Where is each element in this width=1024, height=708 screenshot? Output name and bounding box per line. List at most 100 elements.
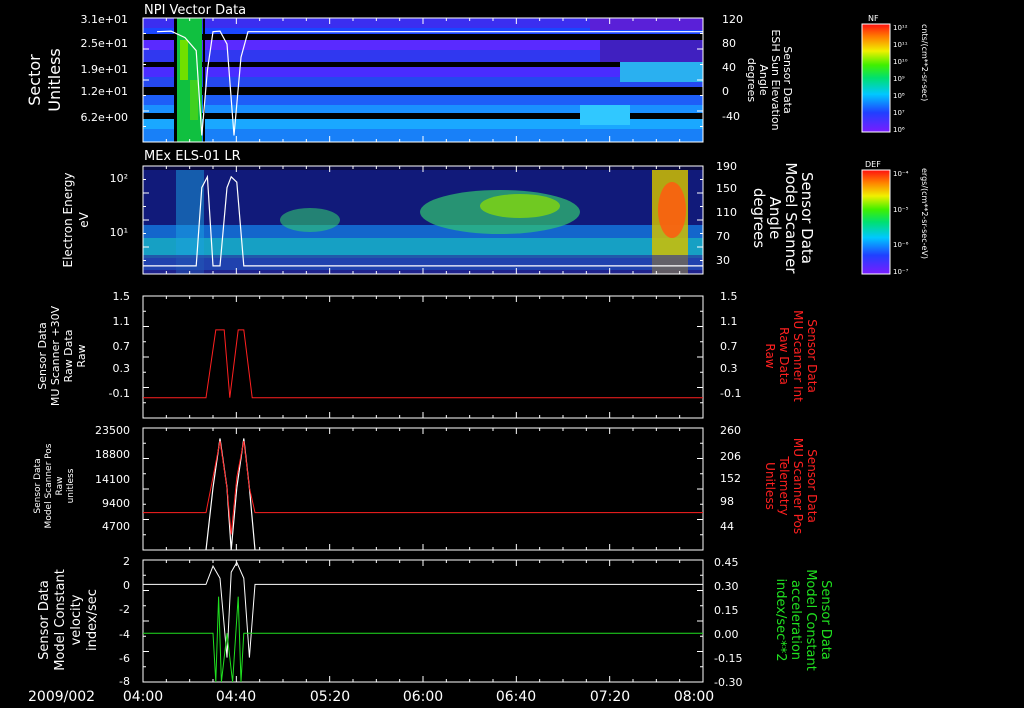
panel-5-right-ytick: -0.15 [714,652,742,665]
panel-1-ylabel-line-2: Unitless [45,48,64,112]
panel-4-right-ytick: 98 [720,495,734,508]
heatmap-patch [180,40,188,80]
panel-3-right-ytick: 0.7 [720,340,738,353]
colorbar-1-label: NF [868,14,879,23]
panel-3-right-ytick: 0.3 [720,362,738,375]
colorbar-1-tick: 10⁹ [893,75,905,83]
colorbar-2-unit: ergs/(cm**2-sr-sec-eV) [920,168,929,259]
panel-1-ylabel-line-1: Sector [25,54,44,106]
panel-4-right-ylabel-line-4: Unitless [763,462,777,510]
panel-1-ytick: 1.2e+01 [81,85,128,98]
panel-4-right-ylabel-line-2: MU Scanner Pos [791,438,805,534]
colorbar-2-tick: 10⁻⁵ [893,206,909,214]
panel-5-ylabel-line-4: index/sec [85,589,100,651]
panel-1-right-ytick: 80 [722,37,736,50]
colorbar-2-tick: 10⁻⁴ [893,170,909,178]
panel-4-ylabel-line-2: Model Scanner Pos [44,443,54,528]
panel-4-ylabel-line-1: Sensor Data [33,458,43,513]
panel-2-title: MEx ELS-01 LR [144,149,241,164]
heatmap-patch [580,105,630,125]
heatmap-band [143,67,703,77]
panel-4-ytick: 9400 [102,497,130,510]
panel-2-ytick: 10² [110,172,128,185]
panel-3-ylabel-line-2: MU Scanner +30V [49,305,62,406]
colorbar-2-tick: 10⁻⁷ [893,268,909,276]
panel-5-ytick: -6 [119,652,130,665]
panel-4-ytick: 23500 [95,424,130,437]
panel-4-ytick: 4700 [102,520,130,533]
panel-2-right-ytick: 30 [716,254,730,267]
time-axis-tick: 06:40 [496,689,536,705]
panel-3-ytick: 1.5 [113,290,131,303]
panel-3-ylabel-line-4: Raw [75,344,88,367]
panel-3-right-ytick: 1.1 [720,315,738,328]
panel-3-right-ytick: 1.5 [720,290,738,303]
panel-5-ytick: 0 [123,579,130,592]
panel-5-right-ytick: 0.45 [714,556,739,569]
panel-2-ylabel-line-1: Electron Energy [61,172,75,267]
heatmap-patch [190,80,198,120]
colorbar-1-tick: 10¹¹ [893,41,908,49]
heatmap-band [143,87,703,95]
colorbar-2-gradient [861,169,891,275]
panel-2-colorbar: DEF 10⁻⁴ 10⁻⁵ 10⁻⁶ 10⁻⁷ ergs/(cm**2-sr-s… [861,160,929,276]
panel-3-ytick: 0.3 [113,362,131,375]
time-axis-tick: 04:00 [123,689,163,705]
panel-3-ylabel-line-1: Sensor Data [36,322,49,389]
panel-2-right-ytick: 190 [716,160,737,173]
panel-4-ytick: 14100 [95,473,130,486]
time-axis: 2009/002 04:00 04:40 05:20 06:00 06:40 0… [28,689,714,705]
colorbar-1-gradient [861,23,891,133]
panel-3-ytick: 1.1 [113,315,131,328]
panel-5-right-ylabel-line-3: acceleration [788,580,803,660]
colorbar-1-tick: 10⁶ [893,126,905,134]
panel-2-right-ytick: 150 [716,182,737,195]
panel-1-title: NPI Vector Data [144,3,246,18]
panel-5-right-ytick: -0.30 [714,676,742,689]
panel-4-ylabel-line-3: Raw [55,477,65,496]
panel-5-ylabel-line-2: Model Constant [53,569,68,671]
colorbar-2-label: DEF [865,160,881,169]
time-axis-date-label: 2009/002 [28,689,95,705]
panel-2-right-ytick: 70 [716,230,730,243]
panel-3-frame [142,295,704,419]
heatmap-region [658,182,686,238]
panel-4-right-ytick: 152 [720,472,741,485]
heatmap-patch [600,40,703,62]
panel-5-ylabel-line-1: Sensor Data [37,580,52,660]
panel-5-ytick: 2 [123,555,130,568]
colorbar-1-tick: 10⁸ [893,92,905,100]
time-axis-tick: 04:40 [216,689,256,705]
panel-1-right-ytick: -40 [722,110,740,123]
panel-5-right-ytick: 0.15 [714,604,739,617]
time-axis-tick: 07:20 [590,689,630,705]
panel-1-ytick: 1.9e+01 [81,63,128,76]
panel-5-ylabel-line-3: velocity [69,594,84,645]
heatmap-band [143,77,703,87]
panel-3-ytick: -0.1 [109,387,130,400]
heatmap-region [280,208,340,232]
colorbar-1-unit: cnts/(cm**2-sr-sec) [920,24,929,101]
heatmap-band [143,95,703,105]
time-axis-tick: 06:00 [403,689,443,705]
panel-5-frame [142,559,704,683]
panel-2: MEx ELS-01 LR 10² 10¹ 190 150 110 70 30 … [61,149,929,276]
panel-2-right-ytick: 110 [716,206,737,219]
heatmap-patch [174,18,177,142]
panel-4-right-ytick: 44 [720,520,734,533]
panel-5-ytick: -4 [119,628,130,641]
colorbar-1-tick: 10⁷ [893,109,905,117]
heatmap-region [480,194,560,218]
panel-1-colorbar: NF 10¹² 10¹¹ 10¹⁰ 10⁹ 10⁸ 10⁷ 10⁶ cnts/(… [861,14,929,134]
panel-1-ytick: 3.1e+01 [81,13,128,26]
panel-1-right-ylabel-line-4: degrees [745,58,758,103]
panel-4-ytick: 18800 [95,448,130,461]
panel-2-right-ylabel-line-4: degrees [750,188,768,249]
panel-3-right-ylabel-line-1: Sensor Data [805,319,819,393]
panel-5: 2 0 -2 -4 -6 -8 0.45 0.30 0.15 0.00 -0.1… [37,555,833,689]
panel-3-right-ylabel-line-2: MU Scanner Int [791,310,805,402]
panel-1-right-ytick: 0 [722,85,729,98]
panel-3-right-ytick: -0.1 [720,387,741,400]
panel-1-ytick: 6.2e+00 [81,111,128,124]
panel-1: NPI Vector Data 3.1e+01 2.5e+01 1.9e+01 … [25,3,929,143]
